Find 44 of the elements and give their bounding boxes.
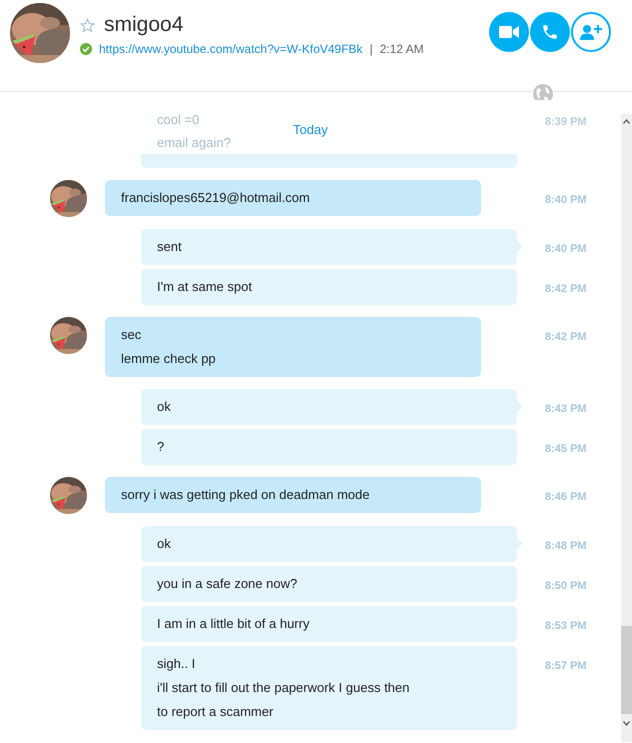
date-label: Today — [293, 121, 328, 139]
message-text: sent — [157, 238, 183, 256]
scroll-down-icon[interactable] — [623, 721, 630, 726]
add-contact-button[interactable] — [571, 12, 611, 52]
message-text: I'm at same spot — [157, 278, 253, 296]
message-time: 8:53 PM — [545, 619, 587, 634]
scroll-up-icon[interactable] — [623, 119, 630, 124]
message-text: to report a scammer — [157, 703, 274, 721]
message-text: I am in a little bit of a hurry — [157, 615, 310, 633]
message-time: 8:45 PM — [545, 442, 587, 457]
message-time: 8:40 PM — [545, 242, 587, 257]
mood-link[interactable]: https://www.youtube.com/watch?v=W-KfoV49FBk — [99, 40, 363, 58]
message-time: 8:46 PM — [545, 490, 587, 505]
message-time: 8:39 PM — [545, 115, 587, 130]
message-text: ? — [157, 438, 166, 456]
message-text: lemme check pp — [121, 350, 217, 368]
message-time: 8:42 PM — [545, 282, 587, 297]
scrollbar-thumb[interactable] — [621, 626, 632, 714]
star-icon[interactable] — [80, 18, 95, 32]
message-time: 8:57 PM — [545, 659, 587, 674]
local-time: 2:12 AM — [380, 41, 424, 58]
message-time: 8:40 PM — [545, 193, 587, 208]
separator-text: | — [370, 41, 373, 58]
message-text: sorry i was getting pked on deadman mode — [121, 486, 371, 504]
message-text: ok — [157, 535, 172, 553]
message-text: sigh.. I — [157, 655, 196, 673]
message-text: cool =0 — [157, 112, 200, 128]
video-camera-icon — [499, 25, 519, 39]
add-person-icon — [580, 24, 602, 40]
message-text: francislopes65219@hotmail.com — [121, 189, 311, 207]
message-text: sec — [121, 326, 142, 344]
message-time: 8:42 PM — [545, 330, 587, 345]
scrollbar[interactable] — [621, 114, 632, 742]
call-button[interactable] — [530, 12, 570, 52]
message-time: 8:50 PM — [545, 579, 587, 594]
message-text: email again? — [157, 135, 231, 151]
phone-icon — [541, 23, 559, 41]
message-time: 8:43 PM — [545, 402, 587, 417]
message-time: 8:48 PM — [545, 539, 587, 554]
message-text: i'll start to fill out the paperwork I guess then — [157, 679, 410, 697]
message-text: you in a safe zone now? — [157, 575, 298, 593]
message-text: ok — [157, 398, 172, 416]
video-call-button[interactable] — [489, 12, 529, 52]
contact-name: smigoo4 — [104, 12, 184, 38]
